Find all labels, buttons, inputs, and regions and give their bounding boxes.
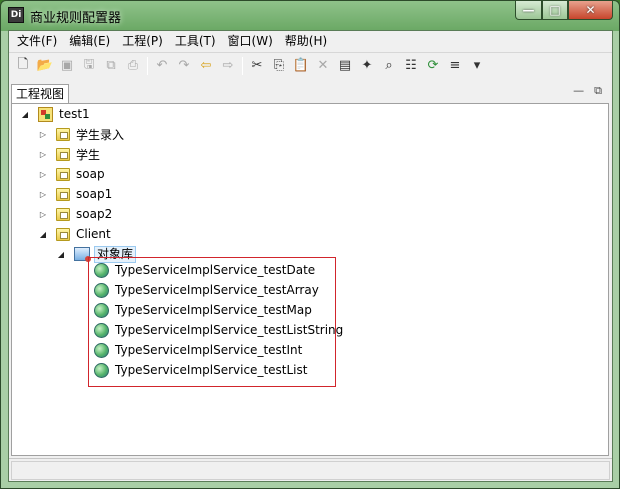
tree-node-service[interactable]: TypeServiceImplService_testDate — [94, 260, 315, 280]
title-bar[interactable]: Di 商业规则配置器 — □ ✕ — [1, 1, 619, 30]
tree-node-folder[interactable]: ▷ soap — [38, 164, 105, 184]
expand-arrow-icon[interactable]: ▷ — [38, 150, 48, 159]
web-service-icon — [94, 282, 109, 298]
window-controls: — □ ✕ — [515, 1, 613, 21]
open-folder-icon[interactable]: 📂 — [35, 56, 55, 76]
folder-icon — [56, 167, 70, 181]
tree-node-label: TypeServiceImplService_testListString — [115, 323, 344, 337]
services-highlight-box: TypeServiceImplService_testDate TypeServ… — [88, 257, 343, 387]
folder-icon — [56, 187, 70, 201]
tree-node-label: soap2 — [76, 207, 113, 221]
window-title: 商业规则配置器 — [30, 11, 122, 26]
tab-project-view[interactable]: 工程视图 — [11, 84, 70, 103]
view-tab-bar: 工程视图 — ⧉ — [9, 82, 612, 103]
tree-node-folder[interactable]: ▷ 学生 — [38, 144, 100, 164]
minimize-button[interactable]: — — [515, 1, 542, 20]
tree-node-service[interactable]: TypeServiceImplService_testArray — [94, 280, 319, 300]
tree-node-label: 学生 — [76, 147, 101, 162]
paste-icon[interactable]: 📋 — [291, 56, 311, 76]
maximize-button[interactable]: □ — [542, 1, 568, 20]
dropdown-icon[interactable]: ▾ — [467, 56, 487, 76]
project-icon — [38, 106, 53, 122]
collapse-arrow-icon[interactable]: ◢ — [38, 230, 48, 239]
menu-window[interactable]: 窗口(W) — [222, 31, 279, 51]
pane-minimize-button[interactable]: — — [573, 84, 584, 98]
forward-arrow-icon[interactable]: ⇨ — [218, 56, 238, 76]
folder-icon — [56, 227, 70, 241]
redo-icon[interactable]: ↷ — [174, 56, 194, 76]
folder-icon — [56, 127, 70, 141]
close-button[interactable]: ✕ — [568, 1, 613, 20]
open-project-icon[interactable]: ▣ — [57, 56, 77, 76]
config-icon[interactable]: ☷ — [401, 56, 421, 76]
new-file-icon[interactable]: 🗋 — [13, 56, 33, 76]
app-logo-icon: Di — [8, 7, 24, 23]
tree-node-folder[interactable]: ▷ soap1 — [38, 184, 112, 204]
expand-arrow-icon[interactable]: ▷ — [38, 130, 48, 139]
cut-icon[interactable]: ✂ — [247, 56, 267, 76]
folder-icon — [56, 207, 70, 221]
web-service-icon — [94, 322, 109, 338]
tree-node-label: TypeServiceImplService_testMap — [115, 303, 312, 317]
menu-file[interactable]: 文件(F) — [11, 31, 63, 51]
project-tree: ◢ test1 ▷ 学生录入 ▷ 学生 ▷ soap ▷ soap1 ▷ soa… — [11, 103, 609, 456]
indent-icon[interactable]: ≡ — [445, 56, 465, 76]
tree-node-service[interactable]: TypeServiceImplService_testInt — [94, 340, 302, 360]
tree-node-folder[interactable]: ▷ 学生录入 — [38, 124, 124, 144]
tree-node-label: 学生录入 — [76, 127, 125, 142]
back-arrow-icon[interactable]: ⇦ — [196, 56, 216, 76]
web-service-icon — [94, 302, 109, 318]
tree-node-label: TypeServiceImplService_testList — [115, 363, 308, 377]
tree-node-label: TypeServiceImplService_testArray — [115, 283, 319, 297]
tree-node-service[interactable]: TypeServiceImplService_testList — [94, 360, 307, 380]
wand-icon[interactable]: ✦ — [357, 56, 377, 76]
tree-node-service[interactable]: TypeServiceImplService_testMap — [94, 300, 312, 320]
tree-node-label: soap — [76, 167, 105, 181]
tree-node-client[interactable]: ◢ Client — [38, 224, 111, 244]
tree-node-label: Client — [76, 227, 111, 241]
collapse-arrow-icon[interactable]: ◢ — [20, 110, 30, 119]
client-area: 文件(F) 编辑(E) 工程(P) 工具(T) 窗口(W) 帮助(H) 🗋 📂 … — [8, 30, 613, 482]
properties-icon[interactable]: ▤ — [335, 56, 355, 76]
undo-icon[interactable]: ↶ — [152, 56, 172, 76]
folder-icon — [56, 147, 70, 161]
tree-node-label: test1 — [59, 107, 90, 121]
tree-node-root[interactable]: ◢ test1 — [20, 104, 90, 124]
save-all-icon[interactable]: ⧉ — [101, 56, 121, 76]
find-icon[interactable]: ⌕ — [379, 56, 399, 76]
expand-arrow-icon[interactable]: ▷ — [38, 190, 48, 199]
print-icon[interactable]: ⎙ — [123, 56, 143, 76]
expand-arrow-icon[interactable]: ▷ — [38, 170, 48, 179]
save-icon[interactable]: 🖫 — [79, 56, 99, 76]
expand-arrow-icon[interactable]: ▷ — [38, 210, 48, 219]
menu-help[interactable]: 帮助(H) — [279, 31, 333, 51]
menu-tools[interactable]: 工具(T) — [169, 31, 222, 51]
toolbar-separator — [147, 56, 148, 75]
menu-bar: 文件(F) 编辑(E) 工程(P) 工具(T) 窗口(W) 帮助(H) — [9, 31, 612, 51]
toolbar: 🗋 📂 ▣ 🖫 ⧉ ⎙ ↶ ↷ ⇦ ⇨ ✂ ⎘ 📋 ✕ ▤ ✦ ⌕ ☷ ⟳ ≡ … — [9, 52, 612, 78]
tree-node-service[interactable]: TypeServiceImplService_testListString — [94, 320, 343, 340]
toolbar-separator — [242, 56, 243, 75]
refresh-icon[interactable]: ⟳ — [423, 56, 443, 76]
menu-edit[interactable]: 编辑(E) — [63, 31, 116, 51]
app-window: Di 商业规则配置器 — □ ✕ 文件(F) 编辑(E) 工程(P) 工具(T)… — [0, 0, 620, 489]
tree-node-label: soap1 — [76, 187, 113, 201]
pane-controls: — ⧉ — [573, 84, 602, 98]
web-service-icon — [94, 362, 109, 378]
web-service-icon — [94, 342, 109, 358]
pane-restore-button[interactable]: ⧉ — [594, 84, 602, 98]
menu-project[interactable]: 工程(P) — [116, 31, 169, 51]
collapse-arrow-icon[interactable]: ◢ — [56, 250, 66, 259]
status-bar — [9, 458, 612, 481]
tree-node-label: TypeServiceImplService_testDate — [115, 263, 316, 277]
delete-icon[interactable]: ✕ — [313, 56, 333, 76]
tree-node-label: TypeServiceImplService_testInt — [115, 343, 303, 357]
tree-node-folder[interactable]: ▷ soap2 — [38, 204, 112, 224]
web-service-icon — [94, 262, 109, 278]
copy-icon[interactable]: ⎘ — [269, 56, 289, 76]
